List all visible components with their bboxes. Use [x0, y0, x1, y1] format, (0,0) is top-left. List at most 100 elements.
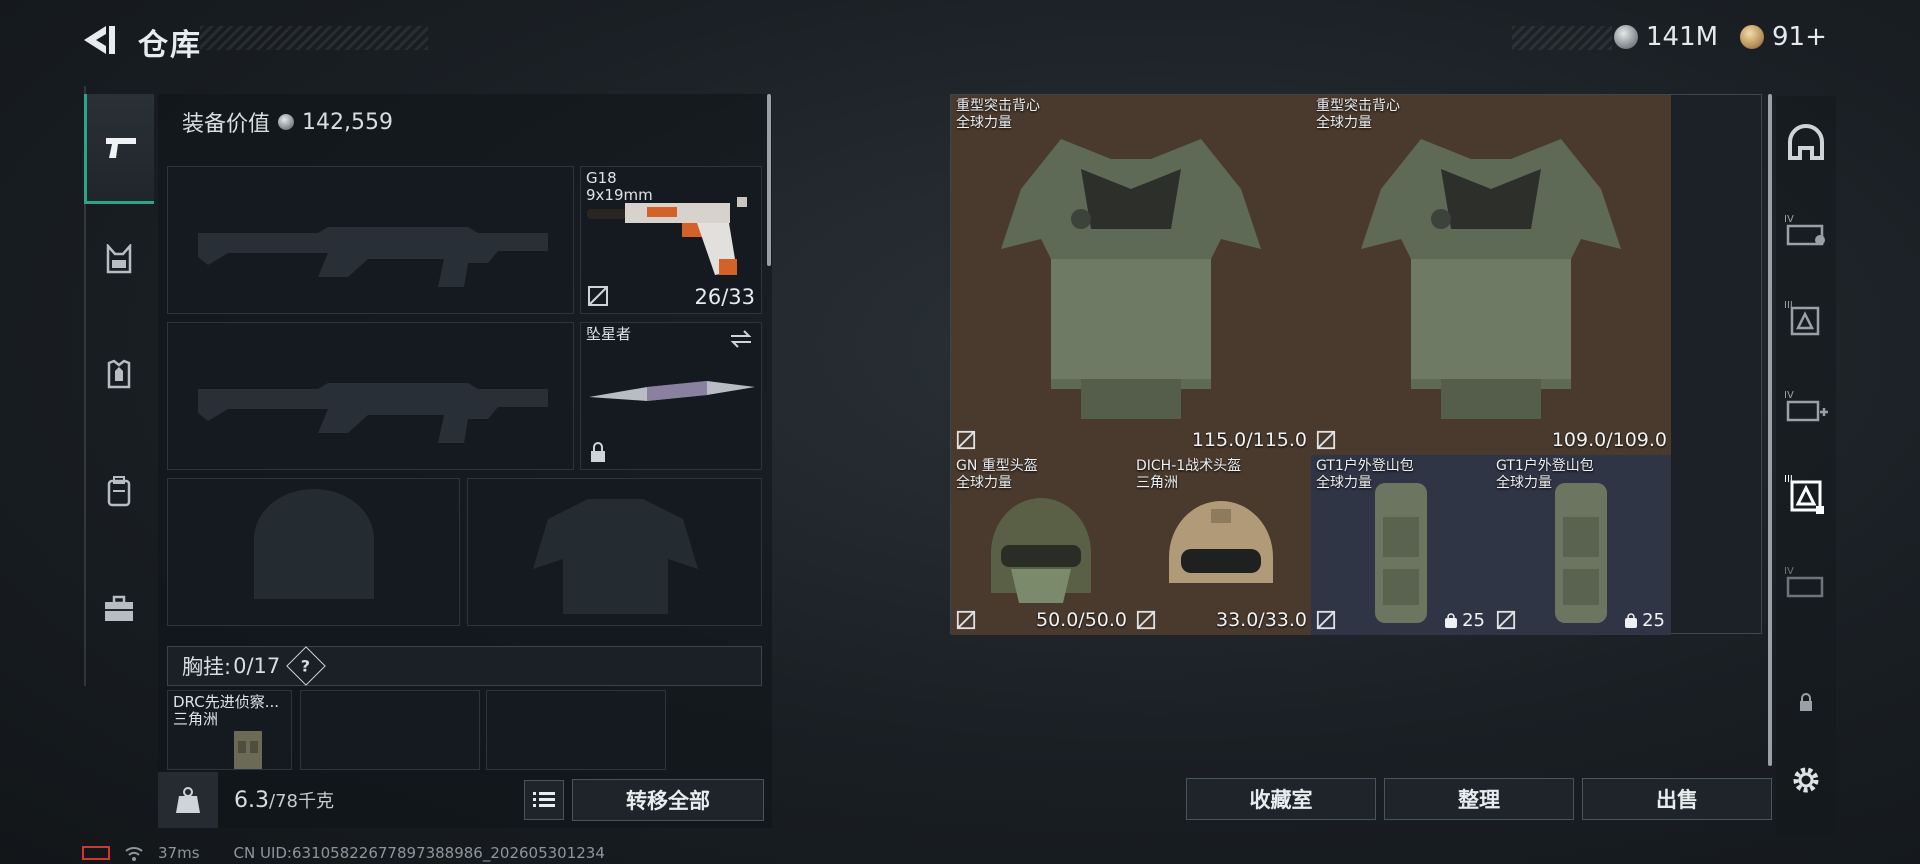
transfer-all-button[interactable]: 转移全部	[572, 779, 764, 821]
silver-currency[interactable]: 141M	[1614, 22, 1718, 52]
status-bar: 37ms CN UID:631058226778973889​86_202605…	[82, 844, 605, 862]
g18-pistol-icon	[587, 197, 747, 275]
primary-weapon-slot-1[interactable]	[167, 166, 574, 314]
armor-iv-icon: IV	[1784, 214, 1825, 246]
weight-value: 6.3	[234, 788, 269, 813]
gold-currency[interactable]: 91+	[1740, 22, 1827, 52]
item-durability: 115.0/115.0	[1191, 429, 1307, 451]
stash-item-backpack-1[interactable]: GT1户外登山包 全球力量 25	[1311, 455, 1491, 635]
stash-grid: 重型突击背心 全球力量 115.0/115.0 重型突击背心 全球力量 109.0/…	[950, 94, 1762, 635]
tab-case[interactable]	[84, 554, 154, 664]
armor-iii-selected-icon: III	[1784, 474, 1824, 514]
chest-rig-label: 胸挂:	[182, 655, 232, 679]
gold-coin-icon	[1740, 25, 1764, 49]
svg-text:IV: IV	[1784, 214, 1794, 225]
svg-text:IV: IV	[1784, 566, 1794, 577]
tab-backpack[interactable]	[84, 436, 154, 546]
helmet-slot[interactable]	[167, 478, 460, 626]
backpack-capacity: 25	[1444, 610, 1485, 631]
category-helmet[interactable]	[1776, 104, 1836, 180]
backpack-icon	[107, 476, 131, 507]
armor-icon	[107, 359, 131, 389]
sell-button[interactable]: 出售	[1582, 778, 1772, 820]
stash-item-vest-1[interactable]: 重型突击背心 全球力量 115.0/115.0	[951, 95, 1311, 455]
body-armor-slot[interactable]	[467, 478, 762, 626]
briefcase-icon	[105, 595, 133, 621]
page-title: 仓库	[138, 28, 202, 63]
bag-icon	[1445, 612, 1458, 628]
backpack-item-icon	[1375, 483, 1427, 623]
stash-category-tabs: IV III IV III IV	[1776, 96, 1836, 836]
help-glyph: ?	[301, 656, 311, 676]
category-medkit-iv[interactable]: IV	[1776, 368, 1836, 444]
knife-icon	[589, 381, 755, 401]
back-button[interactable]	[80, 20, 120, 60]
chest-rig-bar: 胸挂: 0/17 ?	[167, 646, 762, 686]
armor-iv-icon: IV	[1784, 566, 1824, 598]
category-armor-iii[interactable]: III	[1776, 280, 1836, 356]
chest-rig-empty-slot[interactable]	[486, 690, 666, 770]
gold-amount: 91+	[1772, 22, 1827, 52]
medkit-iv-icon: IV	[1784, 390, 1828, 422]
battery-icon	[82, 846, 110, 860]
bag-icon	[1625, 612, 1638, 628]
item-name: GN 重型头盔	[956, 458, 1038, 474]
tab-armor[interactable]	[84, 320, 154, 430]
chest-rig-capacity: 0/17	[233, 654, 281, 678]
item-source: 全球力量	[1316, 115, 1372, 131]
category-armor-iv-2[interactable]: IV	[1776, 544, 1836, 620]
tab-weapons[interactable]	[84, 94, 154, 204]
item-source: 三角洲	[1136, 475, 1178, 491]
item-name: GT1户外登山包	[1496, 458, 1594, 474]
category-armor-iv[interactable]: IV	[1776, 192, 1836, 268]
no-insure-icon	[956, 610, 976, 630]
left-category-tabs	[84, 86, 154, 686]
lock-icon	[1800, 693, 1812, 711]
pistol-slot[interactable]: G18 9x19mm 26/33	[580, 166, 762, 314]
heavy-helmet-icon	[991, 498, 1091, 603]
ping-value: 37ms	[158, 844, 200, 862]
item-source: 全球力量	[956, 115, 1012, 131]
tab-vest[interactable]	[84, 204, 154, 314]
armor-silhouette-icon	[533, 499, 698, 614]
weight-icon	[176, 787, 200, 813]
chest-rig-item[interactable]: DRC先进侦察... 三角洲	[167, 690, 292, 770]
equipment-value-label: 装备价值	[182, 112, 271, 137]
stash-scrollbar[interactable]	[1768, 94, 1772, 766]
rifle-silhouette-icon	[198, 383, 548, 443]
silver-amount: 141M	[1646, 22, 1719, 52]
armor-iii-icon: III	[1784, 300, 1820, 336]
item-durability: 109.0/109.0	[1551, 429, 1667, 451]
settings-button[interactable]	[1776, 742, 1836, 818]
no-insure-icon	[1136, 610, 1156, 630]
loadout-scrollbar[interactable]	[767, 94, 771, 266]
category-armor-iii-selected[interactable]: III	[1776, 456, 1836, 532]
stash-item-backpack-2[interactable]: GT1户外登山包 全球力量 25	[1491, 455, 1671, 635]
chest-rig-empty-slot[interactable]	[300, 690, 480, 770]
weight-readout: 6.3/78千克	[234, 787, 334, 813]
heavy-vest-icon	[1001, 139, 1261, 419]
primary-weapon-slot-2[interactable]	[167, 322, 574, 470]
loadout-bottom-bar: 6.3/78千克 转移全部	[158, 772, 778, 828]
stash-item-helmet-dich[interactable]: DICH-1战术头盔 三角洲 33.0/33.0	[1131, 455, 1311, 635]
organize-button[interactable]: 整理	[1384, 778, 1574, 820]
swap-icon[interactable]	[729, 329, 753, 349]
heavy-vest-icon	[1361, 139, 1621, 419]
melee-name: 坠星者	[586, 325, 632, 343]
no-insure-icon	[588, 286, 608, 306]
backpack-capacity: 25	[1624, 610, 1665, 631]
stash-item-helmet-gn[interactable]: GN 重型头盔 全球力量 50.0/50.0	[951, 455, 1131, 635]
collection-room-button[interactable]: 收藏室	[1186, 778, 1376, 820]
tactical-helmet-icon	[1169, 501, 1273, 583]
list-view-button[interactable]	[524, 780, 564, 820]
help-button[interactable]: ?	[286, 646, 327, 686]
rifle-silhouette-icon	[198, 227, 548, 287]
svg-text:IV: IV	[1784, 390, 1794, 401]
silver-coin-icon	[278, 114, 295, 130]
chest-item-name: DRC先进侦察...	[173, 693, 280, 711]
category-locked	[1776, 664, 1836, 740]
gear-icon	[1793, 767, 1819, 793]
chest-item-source: 三角洲	[173, 710, 219, 728]
melee-slot[interactable]: 坠星者	[580, 322, 762, 470]
stash-item-vest-2[interactable]: 重型突击背心 全球力量 109.0/109.0	[1311, 95, 1671, 455]
